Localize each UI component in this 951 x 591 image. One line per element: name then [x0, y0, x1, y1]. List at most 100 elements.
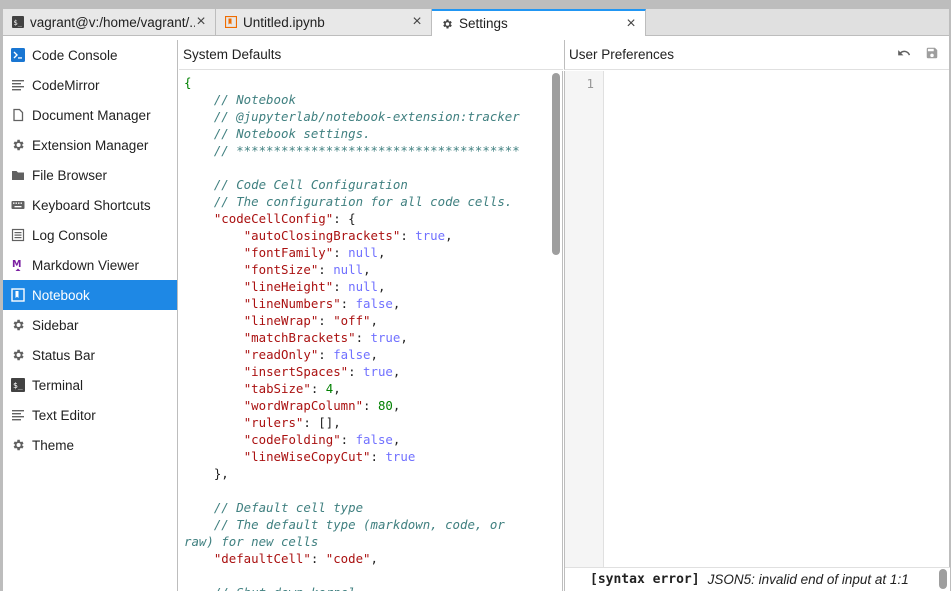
- line-number: 1: [586, 76, 594, 91]
- tab-settings[interactable]: Settings ×: [432, 9, 646, 36]
- code-token: ,: [392, 296, 401, 311]
- code-token: :: [318, 313, 334, 328]
- scrollbar[interactable]: [939, 569, 947, 589]
- tab-terminal[interactable]: $_ vagrant@v:/home/vagrant/... ×: [3, 9, 216, 35]
- gear-icon: [11, 438, 25, 452]
- system-defaults-header: System Defaults: [179, 40, 563, 70]
- sidebar-item-sidebar[interactable]: Sidebar: [3, 310, 177, 340]
- sidebar-item-keyboard-shortcuts[interactable]: Keyboard Shortcuts: [3, 190, 177, 220]
- text-lines-icon: [11, 408, 25, 422]
- sidebar-item-file-browser[interactable]: File Browser: [3, 160, 177, 190]
- tab-label: Settings: [459, 16, 508, 31]
- sidebar-item-extension-manager[interactable]: Extension Manager: [3, 130, 177, 160]
- close-icon[interactable]: ×: [411, 14, 423, 30]
- sidebar-item-label: Code Console: [32, 47, 118, 63]
- user-preferences-editor[interactable]: 1 [syntax error] JSON5: invalid end of i…: [564, 71, 950, 591]
- sidebar-item-label: Document Manager: [32, 107, 151, 123]
- code-line: // *************************************…: [184, 142, 562, 159]
- code-token: ,: [377, 279, 386, 294]
- code-line: "readOnly": false,: [184, 346, 562, 363]
- code-token: :: [333, 245, 349, 260]
- sidebar-item-status-bar[interactable]: Status Bar: [3, 340, 177, 370]
- tab-notebook[interactable]: Untitled.ipynb ×: [216, 9, 432, 35]
- code-line: // Default cell type: [184, 499, 562, 516]
- code-token: :: [333, 279, 349, 294]
- scrollbar[interactable]: [552, 73, 560, 589]
- code-token: ,: [370, 551, 378, 566]
- code-line: "matchBrackets": true,: [184, 329, 562, 346]
- file-icon: [11, 108, 25, 122]
- sidebar-item-label: Notebook: [32, 287, 90, 303]
- close-icon[interactable]: ×: [195, 14, 207, 30]
- scrollbar-thumb[interactable]: [552, 73, 560, 255]
- status-badge: [syntax error]: [590, 572, 700, 587]
- close-icon[interactable]: ×: [625, 15, 637, 31]
- sidebar-item-log-console[interactable]: Log Console: [3, 220, 177, 250]
- code-token: true: [385, 449, 416, 464]
- code-token: // Default cell type: [213, 500, 364, 515]
- settings-plugin-list: Code Console CodeMirror Document Manager Ex…: [3, 40, 178, 591]
- code-line: // The default type (markdown, code, or: [184, 516, 562, 533]
- sidebar-item-codemirror[interactable]: CodeMirror: [3, 70, 177, 100]
- sidebar-item-label: Keyboard Shortcuts: [32, 197, 151, 213]
- gear-icon: [11, 138, 25, 152]
- settings-editor: Code Console CodeMirror Document Manager Ex…: [3, 36, 950, 591]
- line-number-gutter: 1: [565, 71, 604, 567]
- gear-icon: [11, 348, 25, 362]
- code-token: :: [348, 364, 364, 379]
- code-token: :: [370, 449, 386, 464]
- save-icon[interactable]: [925, 46, 939, 63]
- code-token: "tabSize": [243, 381, 311, 396]
- sidebar-item-document-manager[interactable]: Document Manager: [3, 100, 177, 130]
- sidebar-item-label: Theme: [32, 437, 75, 453]
- code-token: :: [310, 381, 326, 396]
- code-token: "readOnly": [243, 347, 319, 362]
- user-preferences-header: User Preferences: [564, 40, 949, 70]
- code-token: true: [370, 330, 401, 345]
- system-defaults-editor[interactable]: { // Notebook // @jupyterlab/notebook-ex…: [179, 71, 563, 591]
- svg-text:$_: $_: [14, 19, 23, 27]
- code-line: "lineWiseCopyCut": true: [184, 448, 562, 465]
- sidebar-item-markdown-viewer[interactable]: M Markdown Viewer: [3, 250, 177, 280]
- code-token: "lineWiseCopyCut": [243, 449, 371, 464]
- code-token: // Notebook settings.: [213, 126, 371, 141]
- revert-icon[interactable]: [897, 46, 911, 63]
- sidebar-item-notebook[interactable]: Notebook: [3, 280, 177, 310]
- code-token: ,: [377, 245, 386, 260]
- code-token: "codeFolding": [243, 432, 341, 447]
- sidebar-item-terminal[interactable]: $_ Terminal: [3, 370, 177, 400]
- code-token: raw) for new cells: [184, 534, 319, 549]
- code-token: "lineWrap": [243, 313, 319, 328]
- code-line: "rulers": [],: [184, 414, 562, 431]
- sidebar-item-code-console[interactable]: Code Console: [3, 40, 177, 70]
- code-line: "codeCellConfig": {: [184, 210, 562, 227]
- keyboard-icon: [11, 198, 25, 212]
- code-token: :: [340, 296, 356, 311]
- code-token: "wordWrapColumn": [243, 398, 364, 413]
- code-line: "tabSize": 4,: [184, 380, 562, 397]
- code-token: ,: [392, 364, 401, 379]
- sidebar-item-label: Markdown Viewer: [32, 257, 140, 273]
- svg-text:M: M: [12, 259, 21, 270]
- code-token: :: [318, 347, 334, 362]
- text-lines-icon: [11, 78, 25, 92]
- sidebar-item-theme[interactable]: Theme: [3, 430, 177, 460]
- code-line: "defaultCell": "code",: [184, 550, 562, 567]
- sidebar-item-label: Sidebar: [32, 317, 79, 333]
- code-line: "wordWrapColumn": 80,: [184, 397, 562, 414]
- code-token: :: [318, 262, 334, 277]
- code-token: :: [310, 551, 326, 566]
- code-token: "code": [325, 551, 371, 566]
- sidebar-item-text-editor[interactable]: Text Editor: [3, 400, 177, 430]
- code-token: "rulers": [243, 415, 304, 430]
